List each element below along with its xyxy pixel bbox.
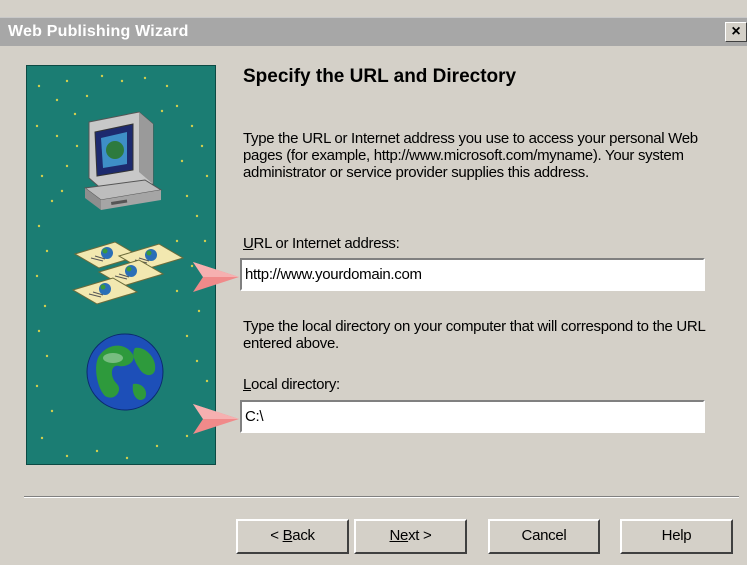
help-button[interactable]: Help <box>620 519 733 554</box>
pointer-arrow-icon <box>193 404 239 434</box>
url-label-text: RL or Internet address: <box>253 235 400 252</box>
url-label: URL or Internet address: <box>243 235 400 252</box>
back-label: ack <box>292 527 315 544</box>
next-mnemonic: N <box>389 527 401 544</box>
next-button[interactable]: Next > <box>354 519 467 554</box>
title-bar[interactable]: Web Publishing Wizard × <box>0 17 747 46</box>
directory-label-mnemonic: L <box>243 376 252 393</box>
page-heading: Specify the URL and Directory <box>243 66 517 87</box>
next-label: xt > <box>408 527 432 544</box>
computer-icon <box>83 111 163 210</box>
url-input[interactable] <box>240 258 705 291</box>
back-mnemonic: B <box>282 527 293 544</box>
local-directory-input[interactable] <box>240 400 705 433</box>
directory-label: Local directory: <box>243 376 340 393</box>
window-title: Web Publishing Wizard <box>8 23 189 40</box>
computer-web-pages-globe-icon <box>35 74 209 460</box>
close-button[interactable]: × <box>725 22 747 42</box>
back-button[interactable]: < Back <box>236 519 349 554</box>
url-label-mnemonic: U <box>243 235 254 252</box>
footer-divider <box>24 496 739 498</box>
pointer-arrow-icon <box>193 262 239 292</box>
url-description: Type the URL or Internet address you use… <box>243 130 698 181</box>
directory-description: Type the local directory on your compute… <box>243 318 705 352</box>
directory-label-text: ocal directory: <box>251 376 340 393</box>
wizard-window: Web Publishing Wizard × Specify the URL … <box>0 0 747 565</box>
back-prefix: < <box>270 527 283 544</box>
globe-icon <box>86 333 164 411</box>
next-middle: e <box>400 527 409 544</box>
wizard-illustration <box>26 65 216 465</box>
cancel-button[interactable]: Cancel <box>488 519 600 554</box>
web-pages-icon <box>71 241 185 305</box>
